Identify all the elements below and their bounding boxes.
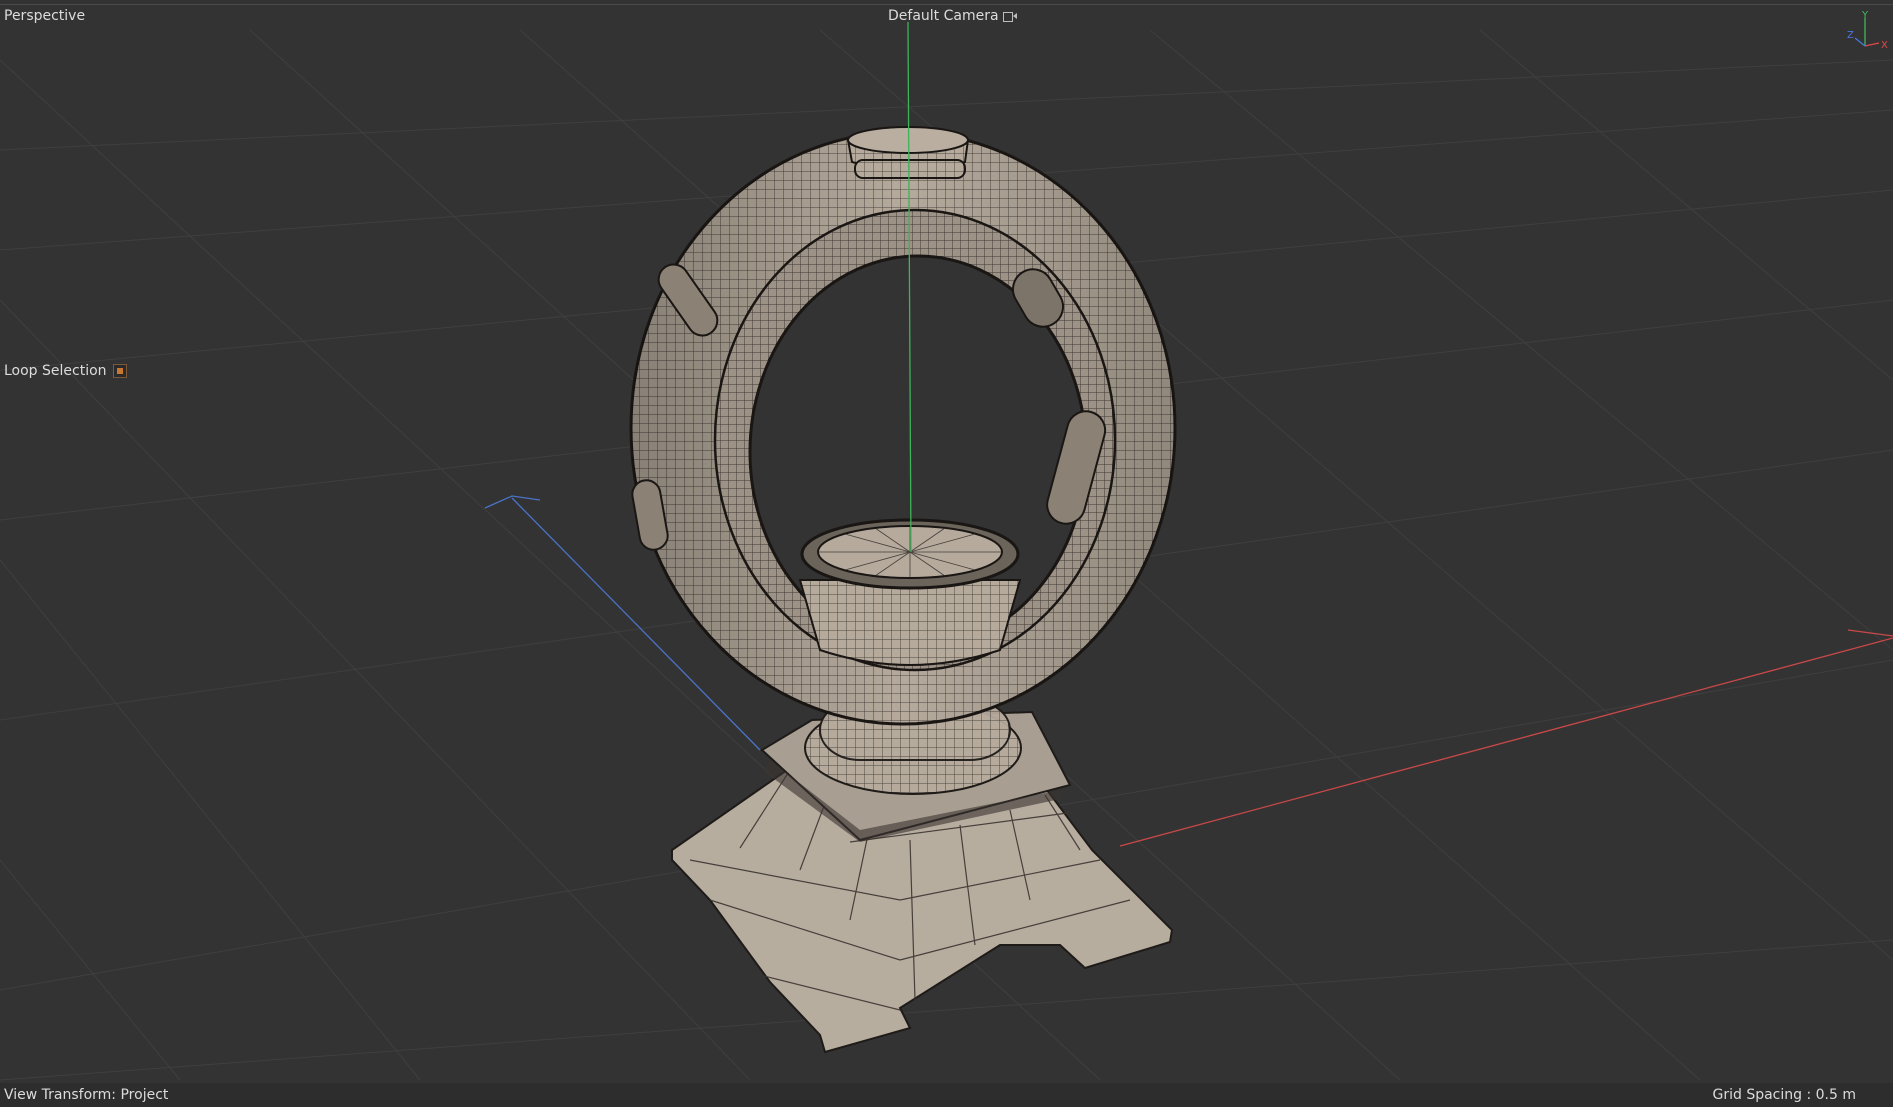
gizmo-z-label: Z	[1847, 30, 1854, 41]
world-axis-x	[1119, 637, 1893, 847]
grid-spacing-label: Grid Spacing : 0.5 m	[1712, 1087, 1857, 1103]
viewport-footer: View Transform: Project Grid Spacing : 0…	[0, 1083, 1893, 1107]
gizmo-z-axis	[1854, 37, 1866, 47]
view-mode-menu[interactable]: Perspective	[4, 7, 85, 25]
axis-gizmo[interactable]: Y Z X	[1829, 10, 1889, 52]
gizmo-x-axis	[1864, 42, 1880, 47]
active-tool-label: Loop Selection	[4, 362, 127, 380]
header-divider	[0, 4, 1893, 5]
viewport-header: Perspective Default Camera	[0, 0, 1893, 26]
tool-name: Loop Selection	[4, 363, 107, 379]
3d-viewport[interactable]	[0, 0, 1893, 1107]
camera-menu[interactable]: Default Camera	[888, 7, 1017, 25]
viewport-canvas[interactable]	[0, 0, 1893, 1107]
view-transform-label[interactable]: View Transform: Project	[4, 1086, 168, 1104]
trophy-ring-model[interactable]	[629, 126, 1177, 1054]
tool-options-icon[interactable]	[112, 364, 127, 378]
camera-lock-icon[interactable]	[1002, 10, 1017, 22]
gizmo-x-label: X	[1881, 40, 1888, 51]
camera-name: Default Camera	[888, 8, 999, 24]
cup-body[interactable]	[798, 579, 1022, 666]
gizmo-y-label: Y	[1861, 10, 1869, 21]
